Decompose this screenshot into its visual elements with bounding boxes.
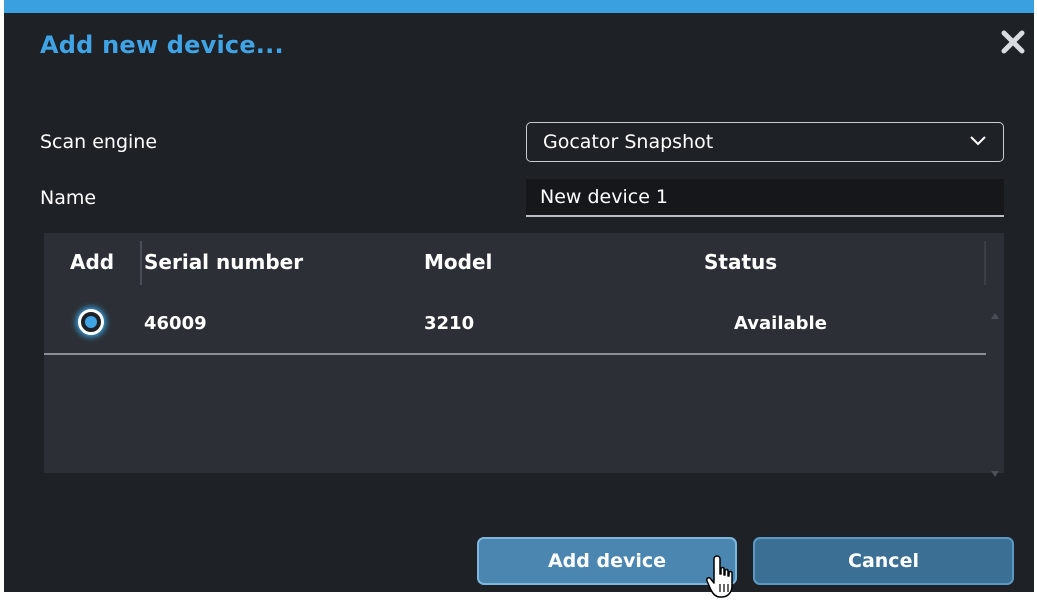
chevron-down-icon: [970, 136, 986, 146]
close-button[interactable]: [998, 27, 1028, 57]
device-table: Add Serial number Model Status 46009 321…: [44, 233, 1004, 477]
scan-engine-value: Gocator Snapshot: [543, 131, 714, 153]
column-header-add: Add: [70, 250, 115, 274]
scroll-up-icon[interactable]: [990, 311, 1000, 321]
name-input[interactable]: [526, 179, 1004, 217]
column-divider[interactable]: [140, 241, 142, 285]
table-header: Add Serial number Model Status: [44, 233, 1004, 293]
dialog-title: Add new device...: [40, 31, 284, 59]
cell-model: 3210: [424, 313, 475, 334]
scan-engine-label: Scan engine: [40, 131, 158, 153]
column-divider: [984, 241, 986, 285]
scan-engine-select[interactable]: Gocator Snapshot: [526, 122, 1004, 162]
column-header-status: Status: [704, 250, 778, 274]
table-row[interactable]: 46009 3210 Available: [44, 295, 986, 355]
close-icon: [1001, 30, 1025, 54]
column-header-serial-number: Serial number: [144, 250, 304, 274]
add-device-dialog: Add new device... Scan engine Gocator Sn…: [4, 0, 1034, 598]
radio-selected-dot: [85, 316, 97, 328]
name-label: Name: [40, 187, 97, 209]
cell-serial-number: 46009: [144, 313, 207, 334]
column-header-model: Model: [424, 250, 493, 274]
scroll-down-icon[interactable]: [990, 469, 1000, 479]
cell-status: Available: [734, 313, 827, 334]
add-radio-button[interactable]: [78, 309, 104, 335]
add-device-button[interactable]: Add device: [477, 537, 737, 585]
cancel-button[interactable]: Cancel: [753, 537, 1014, 585]
